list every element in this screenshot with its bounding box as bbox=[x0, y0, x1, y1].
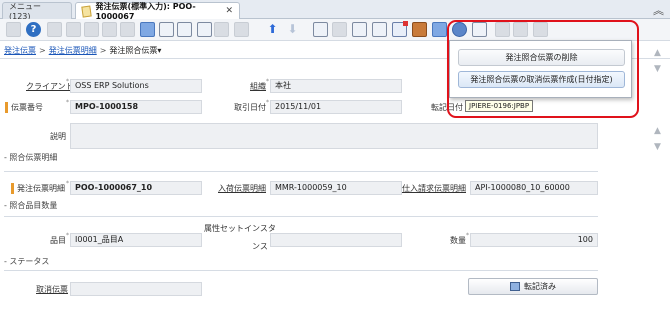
required-star: * bbox=[66, 99, 69, 106]
document-icon bbox=[81, 4, 93, 18]
tab-purchase-order[interactable]: 発注伝票(標準入力): POO-1000067 ✕ bbox=[75, 2, 240, 21]
breadcrumb-separator: > bbox=[99, 45, 107, 55]
required-star: * bbox=[466, 232, 469, 239]
reversal-field[interactable] bbox=[70, 282, 202, 296]
previous-record-icon[interactable]: ⬆ bbox=[265, 22, 280, 37]
required-star: * bbox=[66, 78, 69, 85]
refresh-icon[interactable] bbox=[140, 22, 155, 37]
trx-date-field[interactable]: 2015/11/01 bbox=[270, 100, 402, 114]
breadcrumb-po-line[interactable]: 発注伝票明細 bbox=[49, 45, 97, 56]
reversal-label[interactable]: 取消伝票 bbox=[30, 284, 68, 295]
detail-icon[interactable] bbox=[313, 22, 328, 37]
po-line-label: 発注伝票明細 bbox=[11, 183, 65, 194]
collapse-icon[interactable]: ︽ bbox=[653, 2, 664, 18]
delete-record-icon[interactable] bbox=[84, 22, 99, 37]
close-icon[interactable]: ✕ bbox=[225, 6, 233, 16]
required-star: * bbox=[66, 232, 69, 239]
section-product-qty[interactable]: - 照合品目数量 bbox=[4, 200, 57, 211]
description-label: 説明 bbox=[50, 132, 66, 141]
scroll-up-icon[interactable]: ▲ bbox=[654, 48, 661, 58]
section-status[interactable]: - ステータス bbox=[4, 256, 49, 267]
breadcrumb-match-po[interactable]: 発注照合伝票▾ bbox=[109, 45, 161, 56]
attachment-icon[interactable] bbox=[177, 22, 192, 37]
posted-button[interactable]: 転記済み bbox=[468, 278, 598, 295]
client-field[interactable]: OSS ERP Solutions bbox=[70, 79, 202, 93]
help-icon[interactable]: ? bbox=[26, 22, 41, 37]
trx-date-label: 取引日付 bbox=[234, 103, 266, 112]
print-icon[interactable] bbox=[432, 22, 447, 37]
divider bbox=[4, 270, 598, 271]
tab-bar: メニュー (123) 発注伝票(標準入力): POO-1000067 ✕ ︽ bbox=[0, 0, 670, 21]
posted-button-label: 転記済み bbox=[524, 282, 556, 291]
parent-icon[interactable] bbox=[332, 22, 347, 37]
po-line-field[interactable]: POO-1000067_10 bbox=[70, 181, 202, 195]
divider bbox=[4, 171, 598, 172]
breadcrumb-purchase-order[interactable]: 発注伝票 bbox=[4, 45, 36, 56]
tab-menu-label: メニュー (123) bbox=[9, 2, 41, 21]
scroll-down-icon[interactable]: ▼ bbox=[654, 142, 661, 152]
save-icon[interactable] bbox=[102, 22, 117, 37]
find-icon[interactable] bbox=[159, 22, 174, 37]
breadcrumb-separator: > bbox=[39, 45, 46, 55]
ignore-icon[interactable] bbox=[6, 22, 21, 37]
asi-label-line2: ンス bbox=[252, 242, 268, 251]
asi-label-line1: 属性セットインスタ bbox=[204, 224, 276, 233]
scroll-down-icon[interactable]: ▼ bbox=[654, 64, 661, 74]
org-field[interactable]: 本社 bbox=[270, 79, 402, 93]
copy-record-icon[interactable] bbox=[66, 22, 81, 37]
breadcrumb: 発注伝票 > 発注伝票明細 > 発注照合伝票▾ bbox=[4, 44, 161, 56]
invoice-line-label[interactable]: 仕入請求伝票明細 bbox=[398, 183, 466, 194]
product-label: 品目 bbox=[50, 236, 66, 245]
next-record-icon[interactable]: ⬇ bbox=[285, 22, 300, 37]
qty-label: 数量 bbox=[450, 236, 466, 245]
postit-icon[interactable] bbox=[234, 22, 249, 37]
chat-icon[interactable] bbox=[197, 22, 212, 37]
new-record-icon[interactable] bbox=[47, 22, 62, 37]
client-label[interactable]: クライアント bbox=[26, 81, 74, 92]
section-match-lines[interactable]: - 照合伝票明細 bbox=[4, 152, 57, 163]
receipt-line-label[interactable]: 入荷伝票明細 bbox=[214, 183, 266, 194]
qty-field[interactable]: 100 bbox=[470, 233, 598, 247]
doc-no-label: 伝票番号 bbox=[5, 102, 43, 113]
highlight-annotation bbox=[447, 20, 639, 118]
product-info-icon[interactable] bbox=[412, 22, 427, 37]
org-label[interactable]: 組織 bbox=[228, 81, 266, 92]
asi-field[interactable] bbox=[270, 233, 402, 247]
archive-icon[interactable] bbox=[214, 22, 229, 37]
scroll-up-icon[interactable]: ▲ bbox=[654, 126, 661, 136]
divider bbox=[4, 216, 598, 217]
description-field[interactable] bbox=[70, 123, 598, 149]
tab-menu[interactable]: メニュー (123) bbox=[2, 2, 72, 21]
doc-no-field[interactable]: MPO-1000158 bbox=[70, 100, 202, 114]
receipt-line-field[interactable]: MMR-1000059_10 bbox=[270, 181, 402, 195]
product-field[interactable]: I0001_品目A bbox=[70, 233, 202, 247]
zoom-across-icon[interactable] bbox=[372, 22, 387, 37]
invoice-line-field[interactable]: API-1000080_10_60000 bbox=[470, 181, 598, 195]
save-new-icon[interactable] bbox=[120, 22, 135, 37]
report-icon[interactable] bbox=[352, 22, 367, 37]
tab-active-label: 発注伝票(標準入力): POO-1000067 bbox=[95, 2, 196, 21]
required-star: * bbox=[266, 99, 269, 106]
active-workflows-icon[interactable] bbox=[392, 21, 408, 37]
image-icon bbox=[510, 282, 520, 291]
required-star: * bbox=[266, 78, 269, 85]
required-star: * bbox=[66, 180, 69, 187]
